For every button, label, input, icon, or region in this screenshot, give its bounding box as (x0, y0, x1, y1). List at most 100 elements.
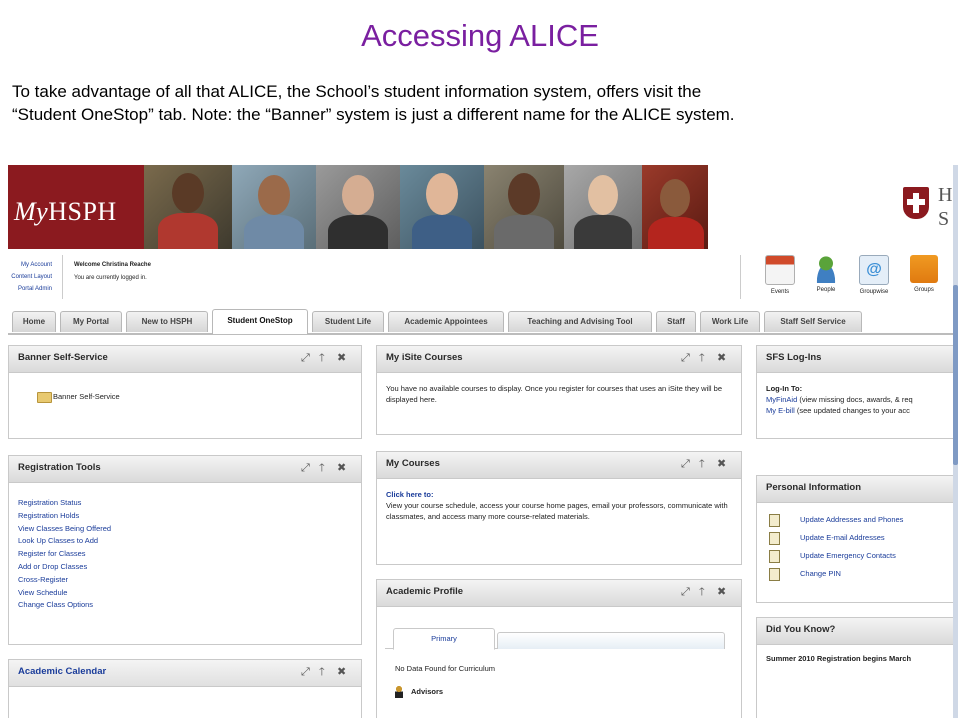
people-button[interactable]: People (806, 255, 846, 293)
personal-information-portlet: Personal Information Update Addresses an… (756, 475, 958, 603)
groupwise-button[interactable]: @ Groupwise (854, 255, 894, 295)
maximize-icon[interactable]: ⤢ (681, 351, 690, 365)
portal-admin-link[interactable]: Portal Admin (8, 283, 52, 295)
portal-tabs: Home My Portal New to HSPH Student OneSt… (8, 307, 958, 335)
change-pin-link[interactable]: Change PIN (800, 569, 841, 578)
move-up-icon[interactable]: 🡑 (319, 461, 325, 475)
registration-holds-link[interactable]: Registration Holds (18, 510, 352, 523)
update-addresses-link[interactable]: Update Addresses and Phones (800, 515, 903, 524)
account-links: My Account Content Layout Portal Admin (8, 259, 52, 295)
groups-label: Groups (914, 287, 934, 293)
harvard-wordmark: HS (938, 184, 953, 230)
close-icon[interactable]: ✖ (717, 457, 726, 471)
update-emergency-link[interactable]: Update Emergency Contacts (800, 551, 896, 560)
move-up-icon[interactable]: 🡑 (319, 665, 325, 679)
ebill-desc: (see updated changes to your acc (794, 406, 910, 415)
groups-button[interactable]: Groups (904, 255, 944, 293)
tab-staff[interactable]: Staff (656, 311, 696, 332)
cross-register-link[interactable]: Cross-Register (18, 574, 352, 587)
update-email-link[interactable]: Update E-mail Addresses (800, 533, 885, 542)
document-icon (769, 531, 780, 545)
maximize-icon[interactable]: ⤢ (301, 351, 310, 365)
portlet-header: Banner Self-Service ⤢ 🡑 ✖ (9, 346, 361, 373)
folder-icon (37, 391, 52, 403)
move-up-icon[interactable]: 🡑 (699, 585, 705, 599)
portlet-header: My Courses ⤢ 🡑 ✖ (377, 452, 741, 479)
move-up-icon[interactable]: 🡑 (699, 457, 705, 471)
click-here-link[interactable]: Click here to: (386, 489, 732, 500)
advisors-label: Advisors (411, 686, 444, 696)
tab-new-to-hsph[interactable]: New to HSPH (126, 311, 208, 332)
did-you-know-portlet: Did You Know? Summer 2010 Registration b… (756, 617, 958, 718)
email-at-icon: @ (859, 255, 889, 285)
close-icon[interactable]: ✖ (717, 585, 726, 599)
my-courses-portlet: My Courses ⤢ 🡑 ✖ Click here to: View you… (376, 451, 742, 565)
portlet-header: Registration Tools ⤢ 🡑 ✖ (9, 456, 361, 483)
intro-line-2: “Student OneStop” tab. Note: the “Banner… (12, 105, 735, 124)
move-up-icon[interactable]: 🡑 (699, 351, 705, 365)
banner-photo-5 (484, 165, 564, 249)
events-label: Events (770, 289, 790, 295)
tab-student-life[interactable]: Student Life (312, 311, 384, 332)
close-icon[interactable]: ✖ (337, 461, 346, 475)
close-icon[interactable]: ✖ (717, 351, 726, 365)
maximize-icon[interactable]: ⤢ (301, 461, 310, 475)
tab-academic-appointees[interactable]: Academic Appointees (388, 311, 504, 332)
logo-text: MyHSPH (14, 197, 117, 226)
scrollbar-thumb[interactable] (953, 285, 958, 465)
tab-my-portal[interactable]: My Portal (60, 311, 122, 332)
portlet-title[interactable]: Academic Calendar (18, 666, 106, 677)
portal-screenshot: MyHSPH H S My Account Content Layout Por… (8, 165, 958, 718)
portlet-header: My iSite Courses ⤢ 🡑 ✖ (377, 346, 741, 373)
tab-primary[interactable]: Primary (393, 628, 495, 650)
banner-self-service-link[interactable]: Banner Self-Service (53, 392, 120, 401)
calendar-icon (765, 255, 795, 285)
document-icon (769, 513, 780, 527)
myfinaid-link[interactable]: MyFinAid (766, 395, 797, 404)
tab-staff-self-service[interactable]: Staff Self Service (764, 311, 862, 332)
logged-in-text: You are currently logged in. (74, 275, 147, 281)
tab-work-life[interactable]: Work Life (700, 311, 760, 332)
close-icon[interactable]: ✖ (337, 351, 346, 365)
registration-tools-portlet: Registration Tools ⤢ 🡑 ✖ Registration St… (8, 455, 362, 645)
close-icon[interactable]: ✖ (337, 665, 346, 679)
portlet-header: Academic Profile ⤢ 🡑 ✖ (377, 580, 741, 607)
view-classes-link[interactable]: View Classes Being Offered (18, 523, 352, 536)
events-button[interactable]: Events (760, 255, 800, 295)
banner-photo-7 (642, 165, 708, 249)
groupwise-label: Groupwise (859, 289, 889, 295)
welcome-text: Welcome Christina Reache (74, 262, 151, 268)
portlet-title: SFS Log-Ins (766, 352, 822, 363)
add-drop-classes-link[interactable]: Add or Drop Classes (18, 561, 352, 574)
tab-student-onestop[interactable]: Student OneStop (212, 309, 308, 334)
tab-teaching-advising-tool[interactable]: Teaching and Advising Tool (508, 311, 652, 332)
banner-photo-6 (564, 165, 642, 249)
banner-photo-2 (232, 165, 316, 249)
change-class-options-link[interactable]: Change Class Options (18, 599, 352, 612)
document-icon (769, 567, 780, 581)
divider (740, 255, 741, 299)
view-schedule-link[interactable]: View Schedule (18, 587, 352, 600)
myfinaid-desc: (view missing docs, awards, & req (797, 395, 913, 404)
document-icon (769, 549, 780, 563)
intro-line-1: To take advantage of all that ALICE, the… (12, 82, 702, 101)
ebill-link[interactable]: My E-bill (766, 406, 795, 415)
move-up-icon[interactable]: 🡑 (319, 351, 325, 365)
portlet-title: Academic Profile (386, 586, 464, 597)
academic-profile-portlet: Academic Profile ⤢ 🡑 ✖ Primary No Data F… (376, 579, 742, 718)
portlet-header: Personal Information (757, 476, 957, 503)
maximize-icon[interactable]: ⤢ (681, 457, 690, 471)
my-account-link[interactable]: My Account (8, 259, 52, 271)
register-for-classes-link[interactable]: Register for Classes (18, 548, 352, 561)
advisors-row: Advisors (395, 686, 443, 698)
maximize-icon[interactable]: ⤢ (301, 665, 310, 679)
isite-courses-text: You have no available courses to display… (386, 384, 723, 404)
myhsph-logo[interactable]: MyHSPH (8, 165, 144, 249)
registration-status-link[interactable]: Registration Status (18, 497, 352, 510)
content-layout-link[interactable]: Content Layout (8, 271, 52, 283)
my-courses-text: View your course schedule, access your c… (386, 501, 728, 521)
tab-home[interactable]: Home (12, 311, 56, 332)
look-up-classes-link[interactable]: Look Up Classes to Add (18, 535, 352, 548)
maximize-icon[interactable]: ⤢ (681, 585, 690, 599)
harvard-shield-icon (903, 187, 929, 219)
